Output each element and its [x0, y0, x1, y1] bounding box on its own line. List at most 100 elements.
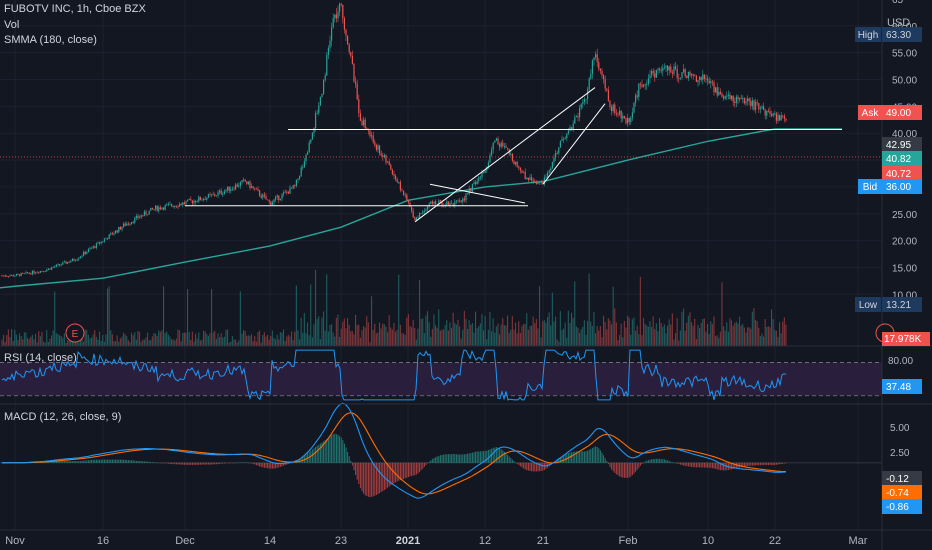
macd-histogram-bar [596, 446, 598, 463]
candle-body [11, 275, 13, 276]
macd-histogram-bar [343, 443, 345, 463]
candle-body [470, 188, 472, 192]
candle-body [603, 75, 605, 80]
volume-bar [750, 328, 752, 346]
macd-histogram-bar [671, 462, 673, 463]
symbol-title[interactable]: FUBOTV INC, 1h, Cboe BZX [4, 3, 146, 15]
prev-close-value: 40.72 [886, 169, 911, 180]
candle-body [49, 268, 51, 270]
macd-histogram-bar [220, 462, 222, 464]
macd-histogram-bar [623, 462, 625, 478]
ask-badge-value: 49.00 [886, 108, 911, 119]
macd-histogram-bar [713, 462, 715, 469]
candle-body [75, 260, 77, 262]
volume-bar [235, 339, 237, 346]
time-axis[interactable]: Nov 16 Dec 14 23 2021 12 21 Feb 10 22 Mar [5, 535, 868, 547]
candle-body [388, 161, 390, 165]
candle-body [139, 217, 141, 219]
macd-histogram-bar [116, 459, 118, 463]
volume-bar [556, 339, 558, 346]
volume-bar [345, 328, 347, 346]
macd-histogram-bar [775, 462, 777, 465]
rsi-legend[interactable]: RSI (14, close) [4, 352, 77, 364]
candle-body [518, 166, 520, 168]
macd-histogram-bar [211, 462, 213, 465]
volume-bar [351, 330, 353, 346]
macd-histogram-bar [374, 462, 376, 496]
candle-body [774, 113, 776, 115]
volume-bar [84, 329, 86, 346]
macd-histogram-bar [311, 449, 313, 463]
macd-legend[interactable]: MACD (12, 26, close, 9) [4, 411, 121, 423]
candle-body [395, 175, 397, 180]
volume-bar [252, 341, 254, 346]
earnings-event-marker[interactable]: E [65, 323, 85, 343]
volume-bar [745, 332, 747, 346]
candle-body [495, 138, 497, 141]
trendline-drawings[interactable] [185, 87, 842, 223]
macd-histogram-bar [372, 462, 374, 497]
volume-bar [62, 337, 64, 346]
smma-legend[interactable]: SMMA (180, close) [4, 34, 97, 46]
candle-body [326, 54, 328, 76]
candle-body [668, 66, 670, 71]
candle-body [535, 182, 537, 184]
volume-bar [251, 334, 253, 346]
candle-body [705, 78, 707, 80]
candle-body [398, 182, 400, 183]
macd-histogram-bar [687, 462, 689, 467]
volume-bar [694, 318, 696, 346]
macd-histogram-bar [214, 462, 216, 465]
candle-body [311, 132, 313, 140]
candle-body [681, 72, 683, 78]
volume-bar [628, 317, 630, 346]
macd-histogram-bar [364, 462, 366, 496]
volume-bar [513, 329, 515, 346]
macd-histogram-bar [457, 454, 459, 463]
candle-body [199, 196, 201, 201]
macd-histogram-bar [105, 459, 107, 463]
macd-histogram-bar [439, 455, 441, 463]
macd-histogram-bar [579, 451, 581, 463]
macd-histogram-bar [63, 460, 65, 463]
volume-bar [435, 325, 437, 346]
volume-bar [447, 330, 449, 346]
volume-bar [647, 326, 649, 346]
trendline[interactable] [414, 87, 596, 223]
candle-body [406, 194, 408, 200]
volume-bar [287, 334, 289, 346]
volume-bar [481, 314, 483, 346]
volume-bar [55, 333, 57, 346]
candle-body [651, 71, 653, 76]
volume-legend[interactable]: Vol [4, 19, 19, 31]
candle-body [89, 248, 91, 250]
volume-bar [11, 329, 13, 346]
macd-histogram-bar [246, 462, 248, 463]
macd-histogram-bar [198, 462, 200, 465]
trendline[interactable] [542, 103, 606, 185]
candle-body [393, 174, 395, 176]
volume-bar [83, 341, 85, 346]
macd-histogram-bar [163, 462, 165, 464]
volume-bar [537, 328, 539, 346]
macd-histogram-bar [377, 462, 379, 495]
candle-body [647, 78, 649, 84]
candle-body [91, 248, 93, 249]
macd-histogram-bar [697, 462, 699, 468]
candle-body [158, 207, 160, 211]
candle-body [598, 62, 600, 70]
macd-histogram-bar [142, 461, 144, 463]
macd-histogram-bar [619, 462, 621, 477]
volume-bar [329, 325, 331, 346]
candle-body [207, 194, 209, 198]
candle-body [196, 201, 198, 203]
price-tick-label: 55.00 [892, 49, 917, 60]
volume-bar [479, 323, 481, 346]
candle-body [60, 264, 62, 266]
candle-body [769, 111, 771, 115]
chart-canvas[interactable]: E 6560.0055.0050.0045.0040.0035.0030.002… [0, 0, 932, 550]
macd-histogram-bar [564, 454, 566, 463]
candle-body [291, 187, 293, 189]
candle-body [164, 205, 166, 210]
volume-bar [710, 321, 712, 346]
